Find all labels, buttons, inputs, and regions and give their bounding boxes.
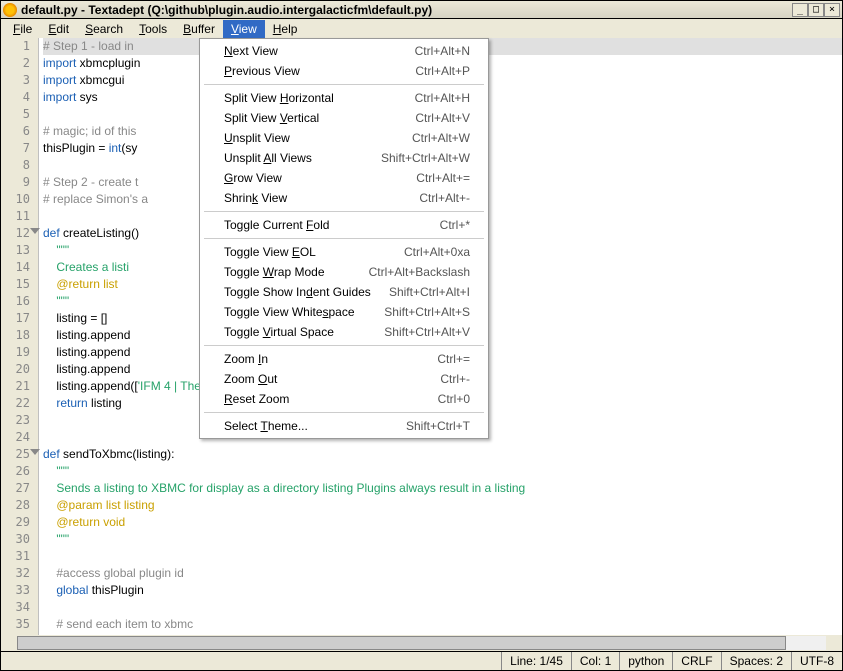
code-line[interactable]: @param list listing	[43, 497, 842, 514]
line-number-gutter: 1234567891011121314151617181920212223242…	[1, 38, 39, 651]
minimize-button[interactable]: _	[792, 3, 808, 17]
menu-item-toggle-wrap-mode[interactable]: Toggle Wrap ModeCtrl+Alt+Backslash	[202, 262, 486, 282]
menu-item-unsplit-all-views[interactable]: Unsplit All ViewsShift+Ctrl+Alt+W	[202, 148, 486, 168]
status-spaces: Spaces: 2	[721, 652, 791, 670]
line-number: 10	[1, 191, 38, 208]
line-number: 2	[1, 55, 38, 72]
menu-item-toggle-virtual-space[interactable]: Toggle Virtual SpaceShift+Ctrl+Alt+V	[202, 322, 486, 342]
status-col: Col: 1	[571, 652, 619, 670]
menu-item-toggle-view-whitespace[interactable]: Toggle View WhitespaceShift+Ctrl+Alt+S	[202, 302, 486, 322]
line-number: 35	[1, 616, 38, 633]
menu-item-split-view-vertical[interactable]: Split View VerticalCtrl+Alt+V	[202, 108, 486, 128]
line-number: 31	[1, 548, 38, 565]
line-number: 11	[1, 208, 38, 225]
menu-item-shrink-view[interactable]: Shrink ViewCtrl+Alt+-	[202, 188, 486, 208]
titlebar: default.py - Textadept (Q:\github\plugin…	[0, 0, 843, 19]
menu-tools[interactable]: Tools	[131, 20, 175, 38]
line-number: 12	[1, 225, 38, 242]
code-line[interactable]: #access global plugin id	[43, 565, 842, 582]
line-number: 1	[1, 38, 38, 55]
line-number: 18	[1, 327, 38, 344]
line-number: 23	[1, 412, 38, 429]
window-buttons: _ □ ×	[792, 3, 840, 17]
code-line[interactable]: def sendToXbmc(listing):	[43, 446, 842, 463]
line-number: 5	[1, 106, 38, 123]
line-number: 13	[1, 242, 38, 259]
menu-item-toggle-current-fold[interactable]: Toggle Current FoldCtrl+*	[202, 215, 486, 235]
line-number: 19	[1, 344, 38, 361]
statusbar: Line: 1/45 Col: 1 python CRLF Spaces: 2 …	[0, 651, 843, 671]
scroll-thumb[interactable]	[17, 636, 786, 650]
line-number: 17	[1, 310, 38, 327]
line-number: 16	[1, 293, 38, 310]
menu-item-zoom-in[interactable]: Zoom InCtrl+=	[202, 349, 486, 369]
horizontal-scrollbar[interactable]	[0, 635, 843, 651]
menu-item-select-theme-[interactable]: Select Theme...Shift+Ctrl+T	[202, 416, 486, 436]
code-line[interactable]: # send each item to xbmc	[43, 616, 842, 633]
menu-item-previous-view[interactable]: Previous ViewCtrl+Alt+P	[202, 61, 486, 81]
code-line[interactable]: Sends a listing to XBMC for display as a…	[43, 480, 842, 497]
menu-item-reset-zoom[interactable]: Reset ZoomCtrl+0	[202, 389, 486, 409]
menu-separator	[204, 84, 484, 85]
status-encoding: UTF-8	[791, 652, 842, 670]
maximize-button[interactable]: □	[808, 3, 824, 17]
fold-icon[interactable]	[30, 449, 40, 455]
code-line[interactable]: global thisPlugin	[43, 582, 842, 599]
line-number: 14	[1, 259, 38, 276]
line-number: 30	[1, 531, 38, 548]
line-number: 29	[1, 514, 38, 531]
menu-view[interactable]: View	[223, 20, 265, 38]
code-line[interactable]	[43, 548, 842, 565]
menu-buffer[interactable]: Buffer	[175, 20, 223, 38]
menu-item-split-view-horizontal[interactable]: Split View HorizontalCtrl+Alt+H	[202, 88, 486, 108]
menu-item-toggle-view-eol[interactable]: Toggle View EOLCtrl+Alt+0xa	[202, 242, 486, 262]
line-number: 4	[1, 89, 38, 106]
menu-search[interactable]: Search	[77, 20, 131, 38]
line-number: 22	[1, 395, 38, 412]
menubar: FileEditSearchToolsBufferViewHelp	[0, 19, 843, 38]
status-line: Line: 1/45	[501, 652, 571, 670]
line-number: 34	[1, 599, 38, 616]
status-lang: python	[619, 652, 672, 670]
menu-separator	[204, 412, 484, 413]
menu-item-unsplit-view[interactable]: Unsplit ViewCtrl+Alt+W	[202, 128, 486, 148]
line-number: 32	[1, 565, 38, 582]
code-line[interactable]: @return void	[43, 514, 842, 531]
window-title: default.py - Textadept (Q:\github\plugin…	[21, 3, 792, 17]
menu-separator	[204, 238, 484, 239]
view-menu-dropdown: Next ViewCtrl+Alt+NPrevious ViewCtrl+Alt…	[199, 38, 489, 439]
line-number: 25	[1, 446, 38, 463]
line-number: 6	[1, 123, 38, 140]
line-number: 20	[1, 361, 38, 378]
line-number: 33	[1, 582, 38, 599]
menu-help[interactable]: Help	[265, 20, 306, 38]
line-number: 3	[1, 72, 38, 89]
line-number: 8	[1, 157, 38, 174]
menu-file[interactable]: File	[5, 20, 40, 38]
app-icon	[3, 3, 17, 17]
code-line[interactable]: """	[43, 531, 842, 548]
line-number: 7	[1, 140, 38, 157]
line-number: 9	[1, 174, 38, 191]
status-eol: CRLF	[672, 652, 720, 670]
code-line[interactable]: """	[43, 463, 842, 480]
menu-item-zoom-out[interactable]: Zoom OutCtrl+-	[202, 369, 486, 389]
line-number: 21	[1, 378, 38, 395]
menu-separator	[204, 211, 484, 212]
menu-item-toggle-show-indent-guides[interactable]: Toggle Show Indent GuidesShift+Ctrl+Alt+…	[202, 282, 486, 302]
line-number: 15	[1, 276, 38, 293]
menu-edit[interactable]: Edit	[40, 20, 77, 38]
line-number: 24	[1, 429, 38, 446]
line-number: 26	[1, 463, 38, 480]
scroll-track[interactable]	[17, 636, 826, 650]
menu-item-grow-view[interactable]: Grow ViewCtrl+Alt+=	[202, 168, 486, 188]
fold-icon[interactable]	[30, 228, 40, 234]
menu-item-next-view[interactable]: Next ViewCtrl+Alt+N	[202, 41, 486, 61]
line-number: 27	[1, 480, 38, 497]
menu-separator	[204, 345, 484, 346]
close-button[interactable]: ×	[824, 3, 840, 17]
code-line[interactable]	[43, 599, 842, 616]
line-number: 28	[1, 497, 38, 514]
